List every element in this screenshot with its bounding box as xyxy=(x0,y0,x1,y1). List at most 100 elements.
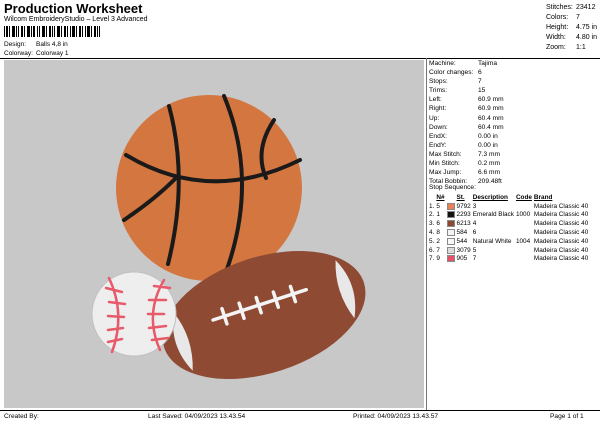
thread-description: Emerald Black xyxy=(472,211,514,219)
thread-brand: Madeira Classic 40 xyxy=(533,220,589,228)
thread-description: 4 xyxy=(472,220,477,228)
table-row: 2. 1 2293 Emerald Black 1000 Madeira Classic … xyxy=(429,211,590,220)
info-down: Down: 60.4 mm xyxy=(429,123,504,131)
color-swatch xyxy=(446,255,457,264)
needle-number: 8 xyxy=(436,229,440,237)
table-row: 3. 6 6213 4 Madeira Classic 40 xyxy=(429,220,590,229)
footer-last-saved: Last Saved: 04/09/2023 13.43.54 xyxy=(148,413,246,420)
color-swatch xyxy=(446,228,457,238)
colorway-row: Colorway: Colorway 1 xyxy=(4,50,69,57)
info-trims: Trims: 15 xyxy=(429,87,486,95)
thread-brand: Madeira Classic 40 xyxy=(533,211,589,219)
header-description: Description xyxy=(472,194,508,201)
needle-number: 7 xyxy=(436,246,440,254)
needle-number: 1 xyxy=(436,211,440,219)
stat-height: Height: 4.75 in xyxy=(546,24,598,31)
thread-code xyxy=(516,229,534,238)
panel-divider xyxy=(426,58,427,410)
design-preview xyxy=(4,60,424,408)
stop-number: 3. xyxy=(429,220,435,228)
thread-code xyxy=(516,220,534,229)
swatch-icon xyxy=(446,246,455,254)
header-code: Code xyxy=(515,194,532,201)
info-endy: EndY: 0.00 in xyxy=(429,141,498,149)
stitch-count: 584 xyxy=(456,229,468,237)
stitch-count: 6213 xyxy=(456,220,471,228)
table-row: 1. 5 9792 3 Madeira Classic 40 xyxy=(429,202,590,212)
stop-sequence-table: N# St. Description Code Brand 1. 5 9792 3 Ma… xyxy=(429,194,590,264)
colorway-label: Colorway: xyxy=(4,50,33,57)
thread-description: 7 xyxy=(472,255,477,263)
swatch-icon xyxy=(446,211,455,219)
stat-stitches: Stitches: 23412 xyxy=(546,4,596,11)
machine-info: Machine: Tajima Color changes: 6 Stops: 7 T… xyxy=(429,59,504,186)
needle-number: 6 xyxy=(436,220,440,228)
info-machine: Machine: Tajima xyxy=(429,60,498,67)
thread-code xyxy=(516,247,534,256)
info-stops: Stops: 7 xyxy=(429,78,482,86)
color-swatch xyxy=(446,211,457,220)
header-brand: Brand xyxy=(533,194,553,201)
needle-number: 2 xyxy=(436,237,440,245)
thread-brand: Madeira Classic 40 xyxy=(533,246,589,254)
thread-description: 3 xyxy=(472,202,477,210)
table-row: 6. 7 3079 5 Madeira Classic 40 xyxy=(429,246,590,256)
footer-page: Page 1 of 1 xyxy=(550,413,584,420)
thread-code xyxy=(516,203,534,212)
colorway-value: Colorway 1 xyxy=(36,50,69,57)
stop-number: 2. xyxy=(429,211,435,219)
info-max-jump: Max Jump: 6.6 mm xyxy=(429,169,500,177)
stop-number: 1. xyxy=(429,202,435,210)
barcode xyxy=(4,26,100,37)
info-left: Left: 60.9 mm xyxy=(429,96,504,104)
stop-number: 7. xyxy=(429,255,435,263)
swatch-icon xyxy=(446,220,455,228)
stat-zoom: Zoom: 1:1 xyxy=(546,44,586,51)
table-row: 4. 8 584 6 Madeira Classic 40 xyxy=(429,228,590,238)
table-row: 7. 9 905 7 Madeira Classic 40 xyxy=(429,255,590,264)
design-row: Design: Balls 4,8 in xyxy=(4,41,68,48)
stop-number: 5. xyxy=(429,237,435,245)
stop-number: 4. xyxy=(429,229,435,237)
color-swatch xyxy=(446,246,457,256)
stat-colors: Colors: 7 xyxy=(546,14,580,21)
design-label: Design: xyxy=(4,41,27,48)
footer-divider xyxy=(0,410,600,411)
thread-description: Natural White xyxy=(472,237,512,245)
design-value: Balls 4,8 in xyxy=(36,41,68,48)
info-endx: EndX: 0.00 in xyxy=(429,132,498,140)
swatch-icon xyxy=(446,228,455,236)
footer-printed: Printed: 04/09/2023 13.43.57 xyxy=(353,413,439,420)
stitch-count: 2293 xyxy=(456,211,471,219)
thread-brand: Madeira Classic 40 xyxy=(533,202,589,210)
stats-block: Stitches: 23412 Colors: 7 Height: 4.75 in W… xyxy=(546,3,597,53)
stitch-count: 905 xyxy=(456,255,468,263)
stat-width: Width: 4.80 in xyxy=(546,34,598,41)
color-swatch xyxy=(446,220,457,229)
thread-code xyxy=(516,255,534,264)
page-title: Production Worksheet xyxy=(4,1,143,16)
header-n: N# xyxy=(436,194,445,201)
thread-description: 5 xyxy=(472,246,477,254)
thread-brand: Madeira Classic 40 xyxy=(533,237,589,245)
info-min-stitch: Min Stitch: 0.2 mm xyxy=(429,160,500,168)
stitch-count: 9792 xyxy=(456,202,471,210)
info-up: Up: 60.4 mm xyxy=(429,114,504,122)
thread-code: 1004 xyxy=(515,237,531,245)
thread-brand: Madeira Classic 40 xyxy=(533,255,589,263)
footer-created-by: Created By: xyxy=(4,413,39,420)
table-row: 5. 2 544 Natural White 1004 Madeira Classic 4… xyxy=(429,237,590,247)
embroidery-artwork xyxy=(91,94,366,379)
stitch-count: 3079 xyxy=(456,246,471,254)
stop-sequence-title: Stop Sequence: xyxy=(429,184,476,191)
swatch-icon xyxy=(446,237,455,245)
header-st: St. xyxy=(456,194,465,201)
software-subtitle: Wilcom EmbroideryStudio – Level 3 Advanc… xyxy=(4,16,148,23)
table-header-row: N# St. Description Code Brand xyxy=(429,194,590,203)
color-swatch xyxy=(446,237,457,247)
stop-number: 6. xyxy=(429,246,435,254)
info-right: Right: 60.9 mm xyxy=(429,105,504,113)
swatch-icon xyxy=(446,202,455,210)
info-color-changes: Color changes: 6 xyxy=(429,69,482,77)
swatch-icon xyxy=(446,255,455,263)
